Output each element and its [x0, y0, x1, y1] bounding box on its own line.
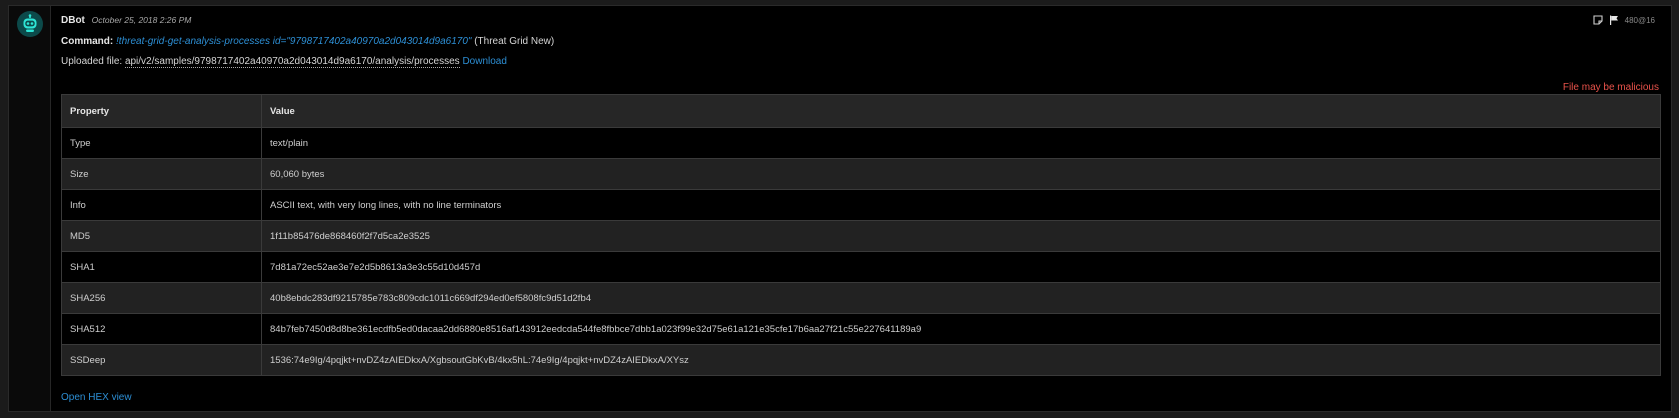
command-source: (Threat Grid New) [474, 36, 555, 47]
property-cell: MD5 [61, 220, 262, 252]
property-cell: SSDeep [61, 344, 262, 376]
value-cell: 7d81a72ec52ae3e7e2d5b8613a3e3c55d10d457d [261, 251, 1661, 283]
table-row: SHA256 40b8ebdc283df9215785e783c809cdc10… [61, 282, 1661, 314]
table-row: MD5 1f11b85476de868460f2f7d5ca2e3525 [61, 220, 1661, 252]
property-cell: SHA256 [61, 282, 262, 314]
property-cell: SHA512 [61, 313, 262, 345]
entry-actions: 480@16 [1593, 15, 1655, 25]
author-name: DBot [61, 15, 85, 26]
table-row: SHA512 84b7feb7450d8d8be361ecdfb5ed0daca… [61, 313, 1661, 345]
file-properties-table: Property Value Type text/plain Size 60,0… [61, 94, 1661, 376]
column-header-value: Value [261, 94, 1661, 128]
uploaded-file-path[interactable]: api/v2/samples/9798717402a40970a2d043014… [124, 56, 460, 68]
table-row: Info ASCII text, with very long lines, w… [61, 189, 1661, 221]
value-cell: 1536:74e9Ig/4pqjkt+nvDZ4zAIEDkxA/Xgbsout… [261, 344, 1661, 376]
command-line: Command: !threat-grid-get-analysis-proce… [61, 36, 554, 47]
war-room-entry: DBot October 25, 2018 2:26 PM 480@16 Com… [8, 5, 1672, 412]
malicious-warning: File may be malicious [1562, 82, 1659, 93]
entry-id: 480@16 [1624, 15, 1655, 25]
column-header-property: Property [61, 94, 262, 128]
open-hex-view-link[interactable]: Open HEX view [61, 392, 132, 403]
command-label: Command: [61, 36, 114, 47]
note-icon[interactable] [1593, 15, 1603, 25]
table-header-row: Property Value [61, 94, 1661, 128]
value-cell: 40b8ebdc283df9215785e783c809cdc1011c669d… [261, 282, 1661, 314]
table-row: SSDeep 1536:74e9Ig/4pqjkt+nvDZ4zAIEDkxA/… [61, 344, 1661, 376]
value-cell: 60,060 bytes [261, 158, 1661, 190]
uploaded-file-line: Uploaded file: api/v2/samples/9798717402… [61, 56, 507, 68]
property-cell: Type [61, 127, 262, 159]
value-cell: ASCII text, with very long lines, with n… [261, 189, 1661, 221]
property-cell: Size [61, 158, 262, 190]
property-cell: SHA1 [61, 251, 262, 283]
property-cell: Info [61, 189, 262, 221]
entry-timestamp: October 25, 2018 2:26 PM [91, 15, 192, 25]
entry-header: DBot October 25, 2018 2:26 PM [61, 15, 191, 26]
table-row: Size 60,060 bytes [61, 158, 1661, 190]
table-row: SHA1 7d81a72ec52ae3e7e2d5b8613a3e3c55d10… [61, 251, 1661, 283]
value-cell: text/plain [261, 127, 1661, 159]
command-text[interactable]: !threat-grid-get-analysis-processes id="… [116, 36, 471, 47]
bot-avatar-icon [17, 11, 43, 37]
value-cell: 1f11b85476de868460f2f7d5ca2e3525 [261, 220, 1661, 252]
entry-gutter [9, 6, 51, 411]
value-cell: 84b7feb7450d8d8be361ecdfb5ed0dacaa2dd688… [261, 313, 1661, 345]
flag-icon[interactable] [1609, 15, 1619, 25]
table-row: Type text/plain [61, 127, 1661, 159]
download-link[interactable]: Download [462, 56, 506, 67]
uploaded-file-label: Uploaded file: [61, 56, 123, 67]
